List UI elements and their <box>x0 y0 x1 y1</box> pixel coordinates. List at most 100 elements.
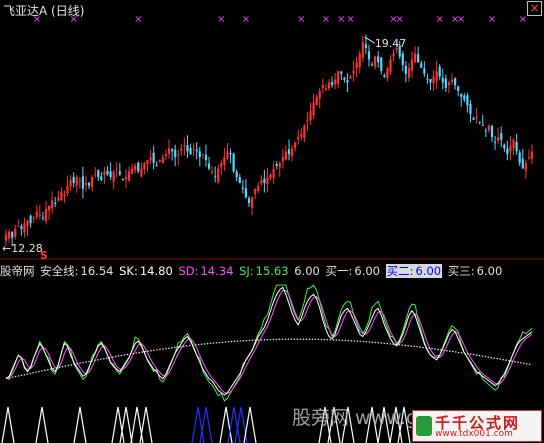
candle-body-50 <box>158 160 161 162</box>
candle-body-160 <box>497 137 500 141</box>
candle-body-12 <box>41 217 45 219</box>
signal-marker-4: × <box>242 14 250 25</box>
candle-body-118 <box>367 51 371 60</box>
candle-body-97 <box>303 125 306 139</box>
candle-body-157 <box>487 125 491 131</box>
candle-body-99 <box>309 111 312 121</box>
candle-body-137 <box>426 78 429 80</box>
candle-body-21 <box>69 180 72 187</box>
sd-label: SD: <box>178 264 199 278</box>
candle-body-32 <box>103 171 106 176</box>
candle-body-164 <box>509 145 512 152</box>
buy3-value: 6.00 <box>476 264 503 278</box>
candle-body-42 <box>134 165 137 171</box>
candle-body-148 <box>460 93 463 97</box>
candle-body-112 <box>349 76 352 79</box>
candle-body-67 <box>210 171 214 173</box>
candle-body-72 <box>226 151 229 159</box>
candle-body-162 <box>503 144 506 149</box>
signal-marker-2: × <box>134 14 142 25</box>
candle-body-95 <box>297 137 300 140</box>
candle-body-101 <box>315 96 318 106</box>
candle-body-136 <box>423 68 426 74</box>
candle-body-117 <box>364 44 367 48</box>
candle-body-61 <box>192 148 195 150</box>
candle-body-163 <box>506 148 509 155</box>
sj-line <box>5 284 533 402</box>
candle-body-7 <box>26 220 29 227</box>
candle-body-75 <box>235 171 238 178</box>
candle-body-159 <box>493 141 497 143</box>
candle-body-71 <box>223 157 226 165</box>
candle-body-146 <box>453 78 457 86</box>
candle-body-122 <box>380 57 383 71</box>
signal-spike-3 <box>111 406 125 443</box>
signal-spike-2 <box>73 406 87 443</box>
indicator-legend: 股帝网 安全线: 16.54 SK: 14.80 SD: 14.34 SJ: 15.63… <box>0 263 504 279</box>
candle-body-5 <box>20 226 23 229</box>
candle-body-135 <box>420 63 423 68</box>
site-stamp: 千千公式网 www.tdx001.com <box>412 410 542 442</box>
candle-body-8 <box>29 215 32 224</box>
candle-body-120 <box>374 56 377 67</box>
candle-body-81 <box>254 188 257 194</box>
candle-body-13 <box>44 208 48 221</box>
candle-body-43 <box>137 162 140 172</box>
candle-body-55 <box>174 149 177 158</box>
buy-signal-marker: S <box>40 249 48 262</box>
candle-body-6 <box>23 223 26 233</box>
candle-body-131 <box>407 68 411 78</box>
candle-body-39 <box>124 177 128 180</box>
candle-body-129 <box>401 53 404 66</box>
candle-body-84 <box>263 178 266 183</box>
buy1-label: 买一: <box>325 264 353 278</box>
candle-body-107 <box>334 79 337 85</box>
candle-body-158 <box>490 125 494 137</box>
candle-body-9 <box>32 217 35 219</box>
signal-marker-8: × <box>346 14 354 25</box>
watermark-text: 股旁网 www.gu <box>292 407 431 429</box>
candle-body-66 <box>207 163 211 169</box>
candle-body-15 <box>51 200 54 209</box>
candle-body-139 <box>432 76 435 84</box>
candle-body-25 <box>81 176 85 189</box>
candle-body-47 <box>149 157 152 161</box>
candle-body-86 <box>269 174 272 179</box>
candle-body-16 <box>54 202 57 204</box>
candle-body-35 <box>112 171 115 183</box>
candle-body-161 <box>500 133 503 140</box>
candle-body-65 <box>204 154 208 160</box>
candle-body-28 <box>91 177 94 188</box>
signal-spike-4 <box>119 406 133 443</box>
stamp-url: www.tdx001.com <box>435 429 513 439</box>
candle-body-80 <box>250 197 254 208</box>
indicator-source: 股帝网 <box>0 264 35 278</box>
signal-marker-5: × <box>297 14 305 25</box>
candle-body-156 <box>484 130 487 132</box>
candle-body-134 <box>417 54 420 63</box>
sj-label: SJ: <box>239 264 254 278</box>
low-label: ←12.28 <box>2 242 43 255</box>
candle-body-103 <box>321 85 324 88</box>
candle-body-88 <box>275 163 278 166</box>
signal-marker-6: × <box>322 14 330 25</box>
signal-marker-3: × <box>217 14 225 25</box>
candle-body-113 <box>352 70 355 74</box>
candle-body-46 <box>146 160 149 164</box>
safe-line-value: 16.54 <box>80 264 114 278</box>
candle-body-150 <box>466 95 469 106</box>
candle-body-14 <box>47 206 51 211</box>
candle-body-154 <box>478 121 481 123</box>
candle-body-94 <box>294 142 297 148</box>
candle-body-26 <box>84 183 88 186</box>
candle-body-115 <box>358 53 361 68</box>
candle-body-123 <box>383 75 386 77</box>
candle-body-93 <box>290 148 294 156</box>
candle-body-1 <box>7 231 11 239</box>
chart-title: 飞亚达A (日线) <box>3 2 84 19</box>
signal-marker-14: × <box>488 14 496 25</box>
candle-body-78 <box>244 188 248 198</box>
candle-body-82 <box>257 185 260 191</box>
close-icon[interactable]: × <box>527 1 542 16</box>
candle-body-145 <box>450 79 454 82</box>
